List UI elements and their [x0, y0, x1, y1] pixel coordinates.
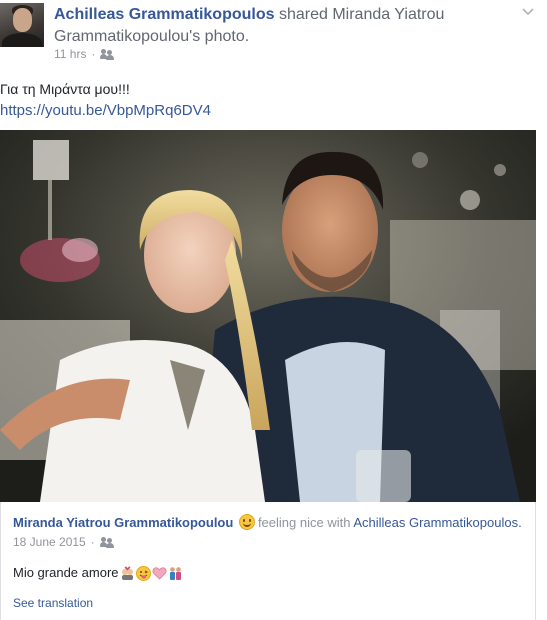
- post-message: Για τη Μιράντα μου!!!: [0, 81, 130, 97]
- post-timestamp[interactable]: 11 hrs: [54, 46, 86, 62]
- post-headline: Achilleas Grammatikopoulos shared Mirand…: [54, 4, 514, 48]
- meta-separator: ·: [91, 47, 96, 61]
- chevron-down-icon[interactable]: [521, 4, 535, 18]
- shared-photo[interactable]: [0, 130, 536, 502]
- youtube-link[interactable]: https://youtu.be/VbpMpRq6DV4: [0, 100, 211, 122]
- post-header: Achilleas Grammatikopoulos shared Mirand…: [0, 0, 547, 66]
- actor-name-link[interactable]: Achilleas Grammatikopoulos: [54, 6, 275, 23]
- original-poster-link[interactable]: Miranda Yiatrou Grammatikopoulou: [13, 515, 233, 530]
- smiley-feeling-icon: [238, 514, 255, 530]
- shared-post-meta: 18 June 2015 ·: [13, 535, 114, 549]
- pink-heart-emoji: [151, 566, 167, 581]
- avatar[interactable]: [0, 3, 44, 47]
- post-meta: 11 hrs ·: [54, 46, 115, 62]
- shared-verb: shared: [278, 6, 328, 23]
- tongue-out-emoji: [135, 565, 151, 581]
- tagged-person-link[interactable]: Achilleas Grammatikopoulos.: [353, 515, 521, 530]
- feeling-text: feeling nice with: [257, 515, 351, 530]
- photo-image: [0, 130, 536, 502]
- shared-post-text: Mio grande amore: [13, 564, 183, 582]
- meta-separator: ·: [90, 535, 95, 549]
- shared-post-headline: Miranda Yiatrou Grammatikopoulou feeling…: [13, 514, 522, 532]
- friends-icon[interactable]: [99, 536, 114, 548]
- friends-icon[interactable]: [100, 48, 115, 60]
- couple-emoji: [168, 566, 183, 581]
- shared-post-card: Miranda Yiatrou Grammatikopoulou feeling…: [0, 502, 536, 620]
- shared-post-date[interactable]: 18 June 2015: [13, 535, 86, 549]
- see-translation-link[interactable]: See translation: [13, 596, 93, 610]
- couple-with-heart-emoji: [120, 566, 135, 581]
- post-body: Για τη Μιράντα μου!!! https://youtu.be/V…: [0, 78, 211, 122]
- shared-post-message: Mio grande amore: [13, 565, 119, 580]
